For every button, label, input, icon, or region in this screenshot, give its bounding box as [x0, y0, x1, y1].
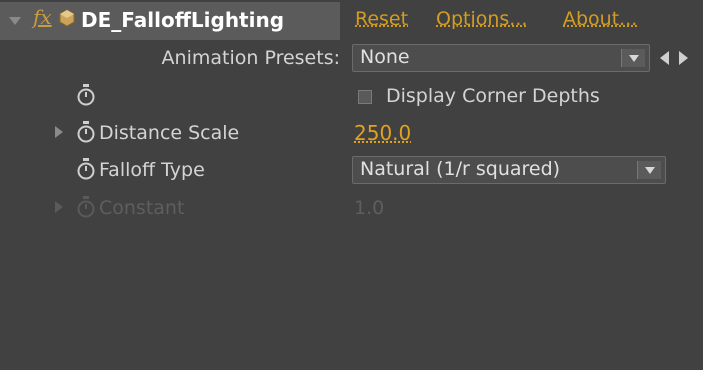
- effect-controls-panel: fx DE_FalloffLighting Reset Options... A…: [0, 0, 703, 370]
- previous-preset-icon[interactable]: [660, 51, 669, 65]
- effect-header-row: fx DE_FalloffLighting Reset Options... A…: [0, 0, 703, 40]
- effect-plugin-icon: [59, 9, 75, 32]
- stopwatch-icon[interactable]: [76, 83, 96, 112]
- chevron-down-icon[interactable]: [621, 49, 645, 67]
- param-value-constant: 1.0: [354, 197, 385, 219]
- falloff-type-dropdown[interactable]: Natural (1/r squared): [352, 156, 666, 184]
- param-value-distance-scale[interactable]: 250.0: [354, 121, 411, 145]
- about-link[interactable]: About...: [563, 8, 637, 30]
- next-preset-icon[interactable]: [679, 51, 688, 65]
- animation-presets-label: Animation Presets:: [161, 47, 340, 69]
- param-row-distance-scale: Distance Scale 250.0: [0, 115, 703, 151]
- animation-presets-row: Animation Presets: None: [0, 40, 703, 76]
- animation-presets-value: None: [360, 46, 410, 68]
- options-link[interactable]: Options...: [436, 8, 527, 30]
- display-corner-depths-row: Display Corner Depths: [0, 78, 703, 114]
- stopwatch-icon: [76, 195, 96, 224]
- empty-panel-area: [0, 228, 703, 370]
- animation-presets-dropdown[interactable]: None: [352, 44, 650, 72]
- fx-icon[interactable]: fx: [33, 5, 52, 29]
- param-label-distance-scale: Distance Scale: [99, 122, 240, 144]
- param-row-falloff-type: Falloff Type Natural (1/r squared): [0, 152, 703, 188]
- collapse-triangle-icon[interactable]: [9, 17, 21, 25]
- stopwatch-icon[interactable]: [76, 120, 96, 149]
- chevron-down-icon[interactable]: [637, 161, 661, 179]
- effect-name: DE_FalloffLighting: [81, 8, 285, 32]
- display-corner-depths-label: Display Corner Depths: [386, 85, 600, 107]
- expand-triangle-icon[interactable]: [55, 126, 63, 138]
- display-corner-depths-checkbox[interactable]: [358, 90, 372, 104]
- param-label-falloff-type: Falloff Type: [99, 159, 205, 181]
- stopwatch-icon[interactable]: [76, 157, 96, 186]
- param-row-constant: Constant 1.0: [0, 190, 703, 226]
- param-label-constant: Constant: [99, 197, 185, 219]
- reset-link[interactable]: Reset: [355, 8, 408, 30]
- falloff-type-value: Natural (1/r squared): [360, 158, 561, 180]
- expand-triangle-icon: [55, 201, 63, 213]
